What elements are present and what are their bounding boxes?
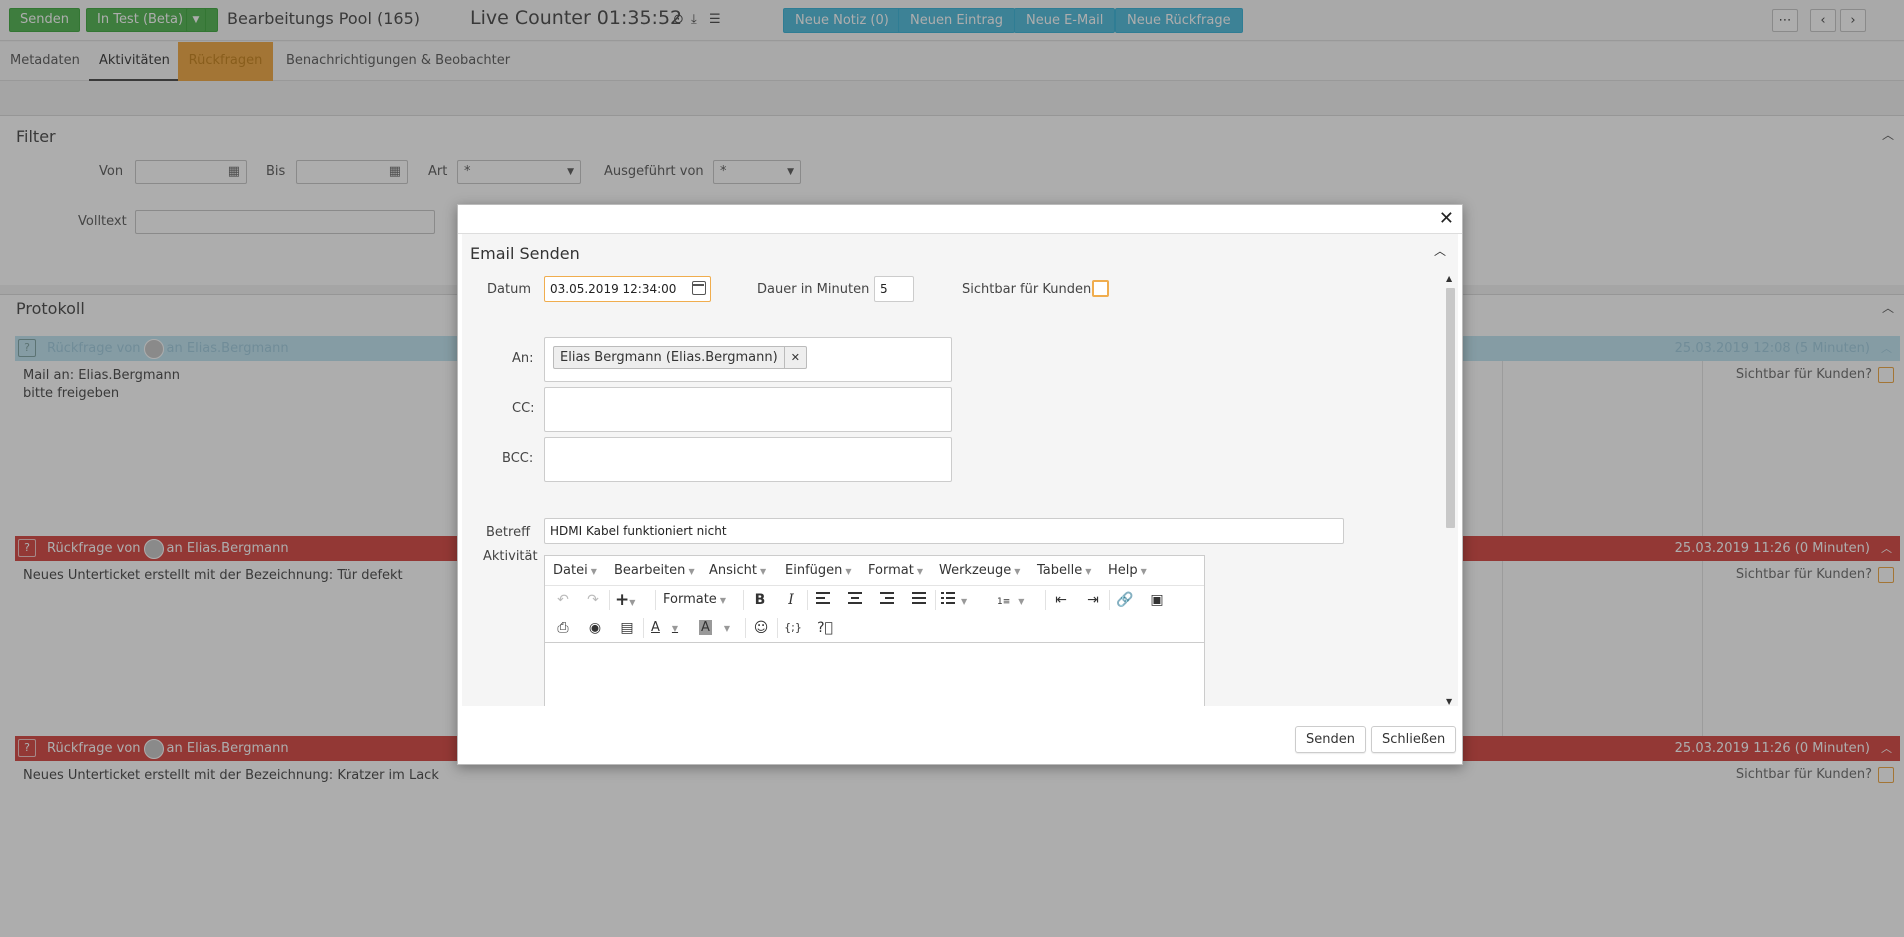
- bcc-label: BCC:: [502, 451, 534, 466]
- datum-value: 03.05.2019 12:34:00: [550, 282, 677, 296]
- cc-label: CC:: [512, 401, 535, 416]
- editor-menubar: Datei ▼ Bearbeiten ▼ Ansicht ▼ Einfügen ▼ Fo…: [545, 556, 1204, 586]
- scroll-up-icon[interactable]: ▲: [1446, 274, 1452, 283]
- formats-dropdown[interactable]: Formate ▼: [663, 590, 726, 610]
- menu-datei[interactable]: Datei ▼: [553, 563, 597, 578]
- email-send-dialog: ✕ Email Senden ︿ ▲ ▼ Datum 03.05.2019 12…: [457, 204, 1463, 765]
- calendar-icon[interactable]: [692, 281, 706, 295]
- editor-toolbar-row-1: ↶ ↷ +▼ Formate ▼ B I ▼ 1≡ ▼ ⇤ ⇥ 🔗 ▣: [545, 586, 1204, 614]
- an-recipient-input[interactable]: Elias Bergmann (Elias.Bergmann) ✕: [544, 337, 952, 382]
- divider: [745, 618, 746, 638]
- bcc-input[interactable]: [544, 437, 952, 482]
- divider: [655, 590, 656, 610]
- menu-ansicht[interactable]: Ansicht ▼: [709, 563, 766, 578]
- editor-toolbar-row-2: ⎙ ◉ ▤ A ▼ A ▼ ☺ {;} ?⃝: [545, 614, 1204, 642]
- link-icon[interactable]: 🔗: [1115, 590, 1135, 610]
- indent-icon[interactable]: ⇥: [1083, 590, 1103, 610]
- editor-content-area[interactable]: [545, 642, 1204, 706]
- menu-einfuegen[interactable]: Einfügen ▼: [785, 563, 852, 578]
- divider: [935, 590, 936, 610]
- cc-input[interactable]: [544, 387, 952, 432]
- image-icon[interactable]: ▣: [1147, 590, 1167, 610]
- emoji-icon[interactable]: ☺: [751, 618, 771, 638]
- betreff-input[interactable]: HDMI Kabel funktioniert nicht: [544, 518, 1344, 544]
- divider: [609, 590, 610, 610]
- bold-icon[interactable]: B: [750, 590, 770, 610]
- menu-format[interactable]: Format ▼: [868, 563, 923, 578]
- align-right-icon[interactable]: [877, 590, 897, 610]
- outdent-icon[interactable]: ⇤: [1051, 590, 1071, 610]
- scrollbar[interactable]: ▲ ▼: [1444, 274, 1456, 706]
- datum-input[interactable]: 03.05.2019 12:34:00: [544, 276, 711, 302]
- divider: [807, 590, 808, 610]
- remove-tag-icon[interactable]: ✕: [783, 347, 800, 368]
- menu-tabelle[interactable]: Tabelle ▼: [1037, 563, 1091, 578]
- datum-label: Datum: [487, 282, 531, 297]
- align-left-icon[interactable]: [813, 590, 833, 610]
- aktivitaet-label: Aktivität: [483, 549, 538, 564]
- divider: [743, 590, 744, 610]
- numbered-list-icon[interactable]: 1≡ ▼: [997, 590, 1024, 610]
- italic-icon[interactable]: I: [781, 590, 801, 610]
- divider: [777, 618, 778, 638]
- text-color-icon[interactable]: A ▼: [651, 618, 678, 638]
- dauer-value: 5: [880, 282, 888, 296]
- divider: [1109, 590, 1110, 610]
- preview-icon[interactable]: ◉: [585, 618, 605, 638]
- dauer-input[interactable]: 5: [874, 276, 914, 302]
- dialog-title: Email Senden: [470, 244, 580, 263]
- sichtbar-checkbox[interactable]: [1092, 280, 1109, 297]
- chevron-up-icon[interactable]: ︿: [1434, 242, 1446, 259]
- menu-werkzeuge[interactable]: Werkzeuge ▼: [939, 563, 1020, 578]
- betreff-label: Betreff: [486, 525, 531, 540]
- divider: [643, 618, 644, 638]
- help-icon[interactable]: ?⃝: [815, 618, 835, 638]
- bullet-list-icon[interactable]: ▼: [941, 590, 967, 610]
- divider: [1045, 590, 1046, 610]
- close-icon[interactable]: ✕: [1439, 209, 1454, 229]
- an-label: An:: [512, 351, 534, 366]
- menu-bearbeiten[interactable]: Bearbeiten ▼: [614, 563, 695, 578]
- background-color-icon[interactable]: A ▼: [699, 618, 730, 638]
- align-justify-icon[interactable]: [909, 590, 929, 610]
- scrollbar-thumb[interactable]: [1446, 288, 1455, 528]
- close-button[interactable]: Schließen: [1371, 726, 1457, 753]
- undo-icon[interactable]: ↶: [553, 590, 573, 610]
- print-icon[interactable]: ⎙: [553, 618, 573, 638]
- scroll-down-icon[interactable]: ▼: [1446, 697, 1452, 706]
- recipient-tag-label: Elias Bergmann (Elias.Bergmann): [560, 350, 778, 365]
- betreff-value: HDMI Kabel funktioniert nicht: [550, 524, 727, 538]
- dialog-footer: Senden Schließen: [458, 706, 1462, 764]
- dauer-label: Dauer in Minuten: [757, 282, 870, 297]
- media-icon[interactable]: ▤: [617, 618, 637, 638]
- redo-icon[interactable]: ↷: [583, 590, 603, 610]
- align-center-icon[interactable]: [845, 590, 865, 610]
- sichtbar-label: Sichtbar für Kunden: [962, 282, 1092, 297]
- insert-plus-icon[interactable]: +▼: [615, 590, 635, 610]
- dialog-body: Email Senden ︿ ▲ ▼ Datum 03.05.2019 12:3…: [462, 234, 1458, 706]
- send-button[interactable]: Senden: [1295, 726, 1366, 753]
- recipient-tag[interactable]: Elias Bergmann (Elias.Bergmann) ✕: [553, 346, 807, 369]
- code-icon[interactable]: {;}: [783, 618, 803, 638]
- rich-text-editor: Datei ▼ Bearbeiten ▼ Ansicht ▼ Einfügen ▼ Fo…: [544, 555, 1205, 706]
- menu-help[interactable]: Help ▼: [1108, 563, 1147, 578]
